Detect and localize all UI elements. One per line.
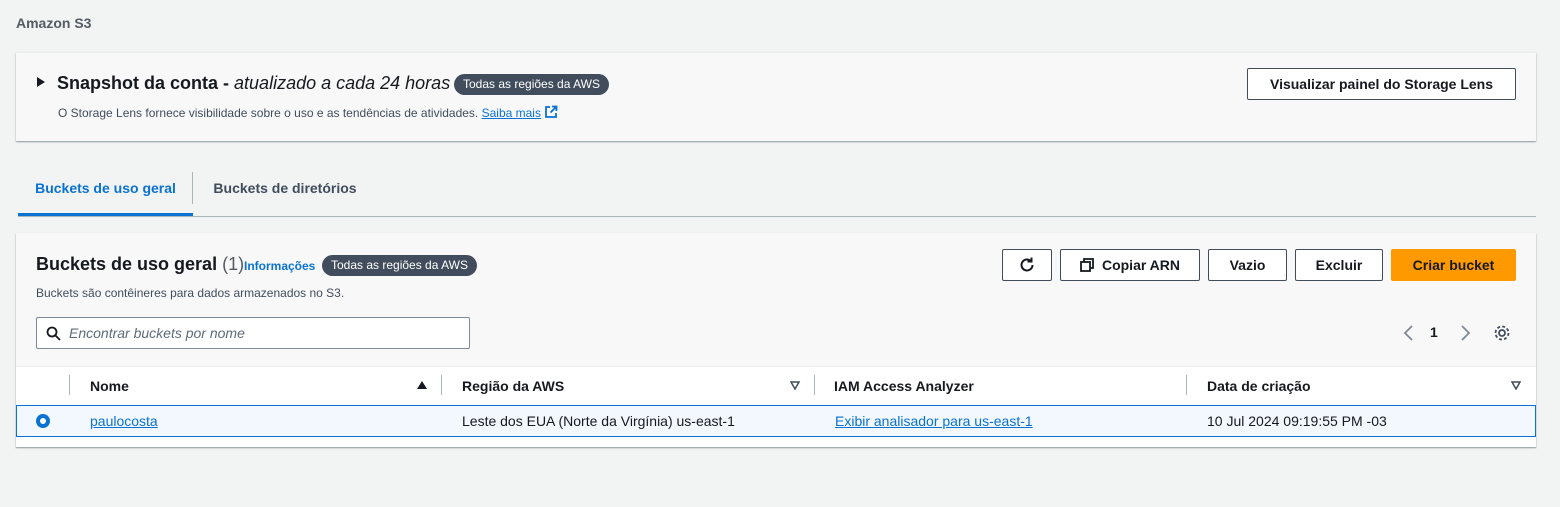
bucket-tabs: Buckets de uso geral Buckets de diretóri… (18, 168, 1536, 217)
bucket-name-link[interactable]: paulocosta (90, 413, 158, 429)
info-link[interactable]: Informações (244, 259, 315, 273)
snapshot-subtitle: atualizado a cada 24 horas (234, 73, 451, 93)
region-badge: Todas as regiões da AWS (322, 255, 477, 276)
external-link-icon[interactable] (544, 105, 558, 122)
column-access-analyzer[interactable]: IAM Access Analyzer (834, 378, 974, 394)
delete-button[interactable]: Excluir (1295, 249, 1383, 281)
refresh-icon (1020, 257, 1034, 272)
copy-arn-label: Copiar ARN (1101, 257, 1181, 273)
tab-directory-buckets[interactable]: Buckets de diretórios (196, 168, 374, 216)
tab-label: Buckets de uso geral (35, 179, 176, 196)
tab-general-purpose-buckets[interactable]: Buckets de uso geral (18, 168, 193, 216)
region-badge: Todas as regiões da AWS (454, 74, 609, 95)
column-divider[interactable] (441, 375, 442, 395)
create-bucket-button[interactable]: Criar bucket (1391, 249, 1516, 281)
column-divider[interactable] (1186, 375, 1187, 395)
table-row[interactable]: paulocosta Leste dos EUA (Norte da Virgí… (16, 405, 1536, 437)
bucket-creation-date: 10 Jul 2024 09:19:55 PM -03 (1207, 413, 1387, 429)
column-region[interactable]: Região da AWS (462, 378, 564, 394)
column-divider (69, 375, 70, 395)
column-divider[interactable] (814, 375, 815, 395)
copy-arn-button[interactable]: Copiar ARN (1060, 249, 1200, 281)
empty-button[interactable]: Vazio (1208, 249, 1287, 281)
current-page[interactable]: 1 (1430, 324, 1438, 340)
tab-divider (192, 172, 193, 204)
snapshot-title[interactable]: Snapshot da conta - atualizado a cada 24… (57, 73, 450, 94)
account-snapshot: Snapshot da conta - atualizado a cada 24… (16, 52, 1536, 141)
copy-icon (1080, 258, 1094, 272)
snapshot-description-text: O Storage Lens fornece visibilidade sobr… (58, 106, 479, 120)
panel-description: Buckets são contêineres para dados armaz… (36, 286, 345, 300)
panel-title-text: Buckets de uso geral (36, 254, 218, 274)
settings-icon[interactable] (1493, 324, 1511, 342)
chevron-right-icon[interactable] (1458, 325, 1472, 341)
panel-title: Buckets de uso geral (1) (36, 254, 244, 275)
search-icon (46, 326, 61, 341)
sort-ascending-icon[interactable] (417, 381, 427, 389)
bucket-search[interactable] (36, 317, 470, 349)
panel-header: Buckets de uso geral (1) Informações Tod… (16, 233, 1536, 366)
chevron-left-icon[interactable] (1402, 325, 1416, 341)
buckets-panel: Buckets de uso geral (1) Informações Tod… (16, 233, 1536, 447)
breadcrumb[interactable]: Amazon S3 (16, 15, 91, 31)
bucket-count: (1) (222, 254, 245, 274)
table-header: Nome Região da AWS IAM Access Analyzer D… (16, 366, 1536, 405)
search-input[interactable] (69, 322, 459, 344)
learn-more-link[interactable]: Saiba mais (482, 106, 541, 120)
sort-descending-icon[interactable] (790, 381, 800, 390)
refresh-button[interactable] (1002, 249, 1052, 281)
bucket-region: Leste dos EUA (Norte da Virgínia) us-eas… (462, 413, 735, 429)
tab-label: Buckets de diretórios (213, 179, 357, 196)
snapshot-description: O Storage Lens fornece visibilidade sobr… (58, 105, 558, 122)
column-name[interactable]: Nome (90, 378, 129, 394)
sort-descending-icon[interactable] (1511, 381, 1521, 390)
snapshot-title-text: Snapshot da conta - (57, 73, 230, 93)
column-creation-date[interactable]: Data de criação (1207, 378, 1311, 394)
view-analyzer-link[interactable]: Exibir analisador para us-east-1 (835, 413, 1033, 429)
row-select-radio[interactable] (36, 414, 50, 428)
expand-caret-icon[interactable] (37, 77, 45, 87)
view-storage-lens-button[interactable]: Visualizar painel do Storage Lens (1247, 68, 1516, 100)
